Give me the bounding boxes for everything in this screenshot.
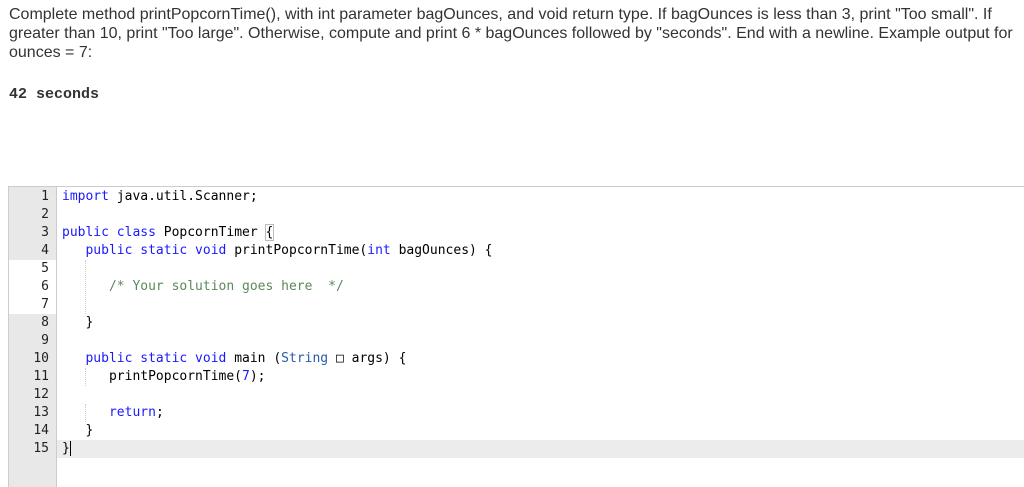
line-number: 3 xyxy=(9,224,49,242)
code-token: PopcornTimer xyxy=(155,225,266,240)
code-token: public static void xyxy=(85,243,227,258)
line-number-text: 13 xyxy=(33,405,49,420)
problem-statement: Complete method printPopcornTime(), with… xyxy=(9,6,1013,61)
text-cursor xyxy=(69,441,71,456)
code-line[interactable]: return; xyxy=(57,404,1024,422)
line-number: 14 xyxy=(9,422,49,440)
indent-guide xyxy=(85,368,86,386)
code-line[interactable]: import java.util.Scanner; xyxy=(57,188,1024,206)
line-number: 15 xyxy=(9,440,49,458)
line-number-text: 8 xyxy=(41,315,49,330)
code-token: public class xyxy=(62,225,156,240)
line-number: 10 xyxy=(9,350,49,368)
line-number-text: 5 xyxy=(41,261,49,276)
code-token: printPopcornTime( xyxy=(226,243,368,258)
code-token: } xyxy=(62,315,94,330)
code-token: □ args) { xyxy=(328,351,407,366)
line-number-text: 10 xyxy=(33,351,49,366)
indent-guide xyxy=(85,260,86,314)
line-number-text: 7 xyxy=(41,297,49,312)
code-token: String xyxy=(281,351,329,366)
code-line[interactable]: } xyxy=(57,314,1024,332)
code-token: import xyxy=(62,189,109,204)
line-number-text: 15 xyxy=(33,441,49,456)
code-line[interactable]: public class PopcornTimer { xyxy=(57,224,1024,242)
code-token: java.util.Scanner; xyxy=(108,189,258,204)
line-number-gutter: 1 2 3 4 5 6 7 8 9 10 11 12 13 14 15 xyxy=(9,187,57,487)
code-line[interactable]: } xyxy=(57,440,1024,458)
code-line[interactable]: public static void main (String □ args) … xyxy=(57,350,1024,368)
line-number: 5 xyxy=(9,260,56,278)
line-number: 7 xyxy=(9,296,56,314)
code-token: } xyxy=(62,441,70,456)
line-number-text: 3 xyxy=(41,225,49,240)
line-number-text: 12 xyxy=(33,387,49,402)
line-number-text: 2 xyxy=(41,207,49,222)
line-number-text: 9 xyxy=(41,333,49,348)
code-token: bagOunces) { xyxy=(390,243,493,258)
code-token: /* Your solution goes here */ xyxy=(108,279,344,294)
code-line[interactable] xyxy=(57,206,1024,224)
code-token: main ( xyxy=(226,351,282,366)
line-number: 11 xyxy=(9,368,49,386)
line-number-text: 6 xyxy=(41,279,49,294)
line-number-text: 4 xyxy=(41,243,49,258)
line-number: 4 xyxy=(9,242,49,260)
code-line[interactable] xyxy=(57,296,1024,314)
line-number-text: 14 xyxy=(33,423,49,438)
code-token: 7 xyxy=(242,369,250,384)
code-line[interactable]: public static void printPopcornTime(int … xyxy=(57,242,1024,260)
example-output: 42 seconds xyxy=(9,86,100,103)
line-number: 9 xyxy=(9,332,49,350)
code-token: } xyxy=(62,423,94,438)
code-line[interactable]: printPopcornTime(7); xyxy=(57,368,1024,386)
line-number: 13 xyxy=(9,404,49,422)
line-number: 6 xyxy=(9,278,56,296)
code-line[interactable] xyxy=(57,386,1024,404)
code-token: { xyxy=(264,224,275,241)
indent-guide xyxy=(85,404,86,422)
line-number-text: 1 xyxy=(41,189,49,204)
code-token: int xyxy=(367,243,391,258)
code-token: printPopcornTime( xyxy=(62,369,243,384)
code-token: ; xyxy=(155,405,164,420)
code-token: public static void xyxy=(85,351,227,366)
line-number-text: 11 xyxy=(33,369,49,384)
line-number: 2 xyxy=(9,206,49,224)
code-line[interactable]: /* Your solution goes here */ xyxy=(57,278,1024,296)
code-editor[interactable]: 1 2 3 4 5 6 7 8 9 10 11 12 13 14 15 import java.util.S… xyxy=(8,186,1024,487)
code-line[interactable] xyxy=(57,332,1024,350)
code-token: return xyxy=(108,405,156,420)
code-token: ); xyxy=(249,369,266,384)
line-number: 12 xyxy=(9,386,49,404)
code-line[interactable] xyxy=(57,260,1024,278)
line-number: 8 xyxy=(9,314,49,332)
code-line[interactable]: } xyxy=(57,422,1024,440)
line-number: 1 xyxy=(9,188,49,206)
